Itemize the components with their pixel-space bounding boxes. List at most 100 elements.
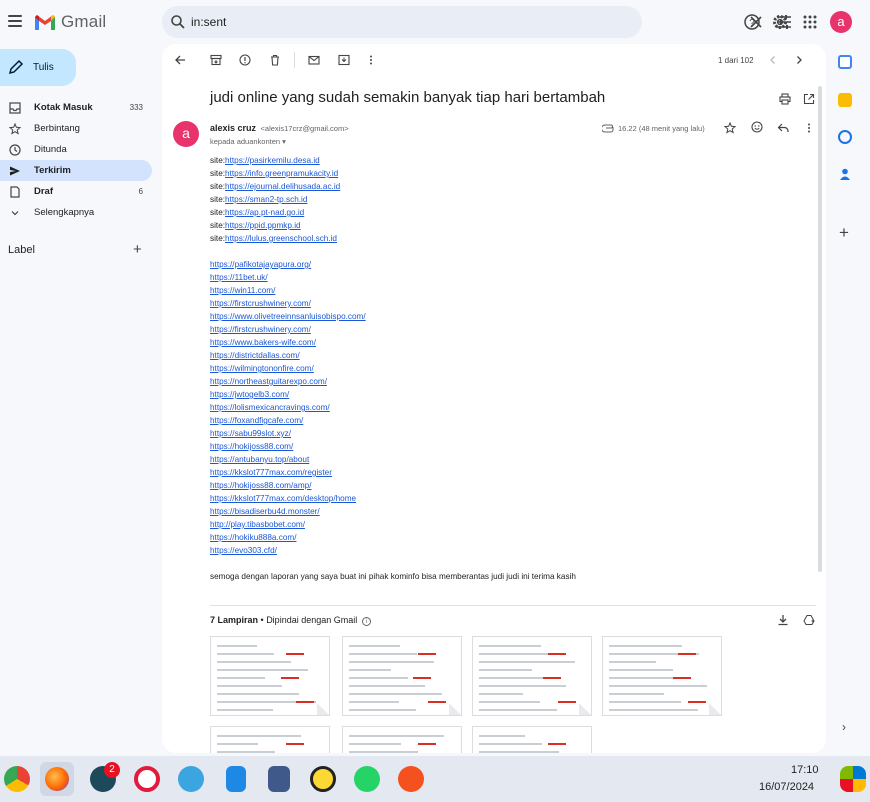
- email-link[interactable]: https://www.bakers-wife.com/: [210, 338, 316, 347]
- add-addon-button[interactable]: +: [839, 224, 849, 241]
- search-app-icon[interactable]: [310, 766, 336, 792]
- email-link[interactable]: https://hokiku888a.com/: [210, 533, 296, 542]
- email-link[interactable]: https://lolismexicancravings.com/: [210, 403, 330, 412]
- star-icon[interactable]: [724, 122, 736, 134]
- delete-icon[interactable]: [269, 54, 281, 66]
- more-vert-icon[interactable]: [803, 122, 815, 134]
- site-link[interactable]: https://ppid.ppmkp.id: [225, 221, 301, 230]
- search-bar[interactable]: in:sent: [162, 6, 791, 38]
- attachment-thumbnail[interactable]: [342, 726, 462, 753]
- add-label-button[interactable]: +: [133, 242, 142, 257]
- report-spam-icon[interactable]: [239, 54, 251, 66]
- email-link[interactable]: https://antubanyu.top/about: [210, 455, 309, 464]
- reply-icon[interactable]: [777, 122, 789, 134]
- attachment-thumbnail[interactable]: [472, 636, 592, 716]
- add-to-drive-icon[interactable]: [803, 614, 815, 626]
- expand-panel-icon[interactable]: ›: [842, 720, 846, 734]
- messages-app-icon[interactable]: [398, 766, 424, 792]
- attachment-thumbnail[interactable]: [210, 636, 330, 716]
- tasks-icon[interactable]: [838, 130, 852, 144]
- email-link[interactable]: https://firstcrushwinery.com/: [210, 325, 311, 334]
- move-to-icon[interactable]: [338, 54, 350, 66]
- attachment-thumbnail[interactable]: [342, 636, 462, 716]
- account-avatar[interactable]: a: [830, 11, 852, 33]
- download-all-icon[interactable]: [777, 614, 789, 626]
- link-line: https://foxandfigcafe.com/: [210, 414, 576, 427]
- email-link[interactable]: https://win11.com/: [210, 286, 275, 295]
- attachment-thumbnail[interactable]: [472, 726, 592, 753]
- email-link[interactable]: http://play.tibasbobet.com/: [210, 520, 305, 529]
- print-icon[interactable]: [779, 93, 791, 105]
- email-link[interactable]: https://jwtogelb3.com/: [210, 390, 289, 399]
- scrollbar[interactable]: [818, 86, 822, 572]
- email-link[interactable]: https://northeastguitarexpo.com/: [210, 377, 327, 386]
- clock-icon: [9, 144, 21, 156]
- main-menu-icon[interactable]: [8, 15, 22, 27]
- gmail-logo[interactable]: Gmail: [34, 12, 106, 32]
- email-link[interactable]: https://wilmingtononfire.com/: [210, 364, 314, 373]
- mark-unread-icon[interactable]: [308, 54, 320, 66]
- email-link[interactable]: https://11bet.uk/: [210, 273, 268, 282]
- email-link[interactable]: https://foxandfigcafe.com/: [210, 416, 303, 425]
- attachment-thumbnail[interactable]: [602, 636, 722, 716]
- site-link[interactable]: https://ap.pt-nad.go.id: [225, 208, 304, 217]
- calculator-icon[interactable]: [268, 766, 290, 792]
- more-vert-icon[interactable]: [365, 54, 377, 66]
- site-link[interactable]: https://ejournal.delihusada.ac.id: [225, 182, 340, 191]
- back-arrow-icon[interactable]: [174, 54, 186, 66]
- email-link[interactable]: https://pafikotajayapura.org/: [210, 260, 311, 269]
- opera-icon[interactable]: [134, 766, 160, 792]
- apps-grid-icon[interactable]: [801, 13, 819, 31]
- contacts-icon[interactable]: [838, 167, 852, 181]
- email-link[interactable]: https://firstcrushwinery.com/: [210, 299, 311, 308]
- archive-icon[interactable]: [210, 54, 222, 66]
- search-icon[interactable]: [170, 14, 186, 30]
- attachment-thumbnail[interactable]: [210, 726, 330, 753]
- site-link[interactable]: https://lulus.greenschool.sch.id: [225, 234, 337, 243]
- chevron-left-icon[interactable]: [767, 54, 779, 66]
- copilot-icon[interactable]: [840, 766, 866, 792]
- site-link[interactable]: https://pasirkemilu.desa.id: [225, 156, 320, 165]
- sidebar-item-more[interactable]: Selengkapnya: [0, 202, 152, 223]
- keep-icon[interactable]: [838, 93, 852, 107]
- info-icon[interactable]: i: [361, 617, 371, 626]
- email-link[interactable]: https://sabu99slot.xyz/: [210, 429, 291, 438]
- email-link[interactable]: https://districtdallas.com/: [210, 351, 300, 360]
- email-link[interactable]: https://kkslot777max.com/desktop/home: [210, 494, 356, 503]
- notepad-icon[interactable]: [226, 766, 246, 792]
- sender-avatar[interactable]: a: [173, 121, 199, 147]
- sidebar-item-sent[interactable]: Terkirim: [0, 160, 152, 181]
- sidebar-item-label: Draf: [34, 186, 54, 197]
- sidebar-item-starred[interactable]: Berbintang: [0, 118, 152, 139]
- help-icon[interactable]: ?: [743, 13, 761, 31]
- chevron-right-icon[interactable]: [793, 54, 805, 66]
- thumbnail-text-line: [217, 709, 273, 711]
- thumbnail-text-line: [479, 743, 542, 745]
- compose-button[interactable]: Tulis: [0, 49, 76, 86]
- email-link[interactable]: https://hokijoss88.com/amp/: [210, 481, 311, 490]
- thumbnail-text-line: [217, 751, 275, 753]
- chrome-icon[interactable]: [4, 766, 30, 792]
- email-link[interactable]: https://evo303.cfd/: [210, 546, 277, 555]
- thumbnail-text-line: [609, 709, 698, 711]
- emoji-react-icon[interactable]: [751, 121, 763, 133]
- calendar-icon[interactable]: [838, 55, 852, 69]
- sidebar-item-inbox[interactable]: Kotak Masuk 333: [0, 97, 152, 118]
- gear-icon[interactable]: [771, 13, 789, 31]
- search-input[interactable]: in:sent: [191, 15, 226, 29]
- email-link[interactable]: https://www.olivetreeinnsanluisobispo.co…: [210, 312, 366, 321]
- site-link[interactable]: https://info.greenpramukacity.id: [225, 169, 338, 178]
- email-link[interactable]: https://hokijoss88.com/: [210, 442, 293, 451]
- site-link[interactable]: https://sman2-tp.sch.id: [225, 195, 307, 204]
- whatsapp-icon[interactable]: [354, 766, 380, 792]
- mascot-app-icon[interactable]: [178, 766, 204, 792]
- open-new-window-icon[interactable]: [803, 93, 815, 105]
- caret-down-icon[interactable]: ▾: [282, 137, 286, 146]
- firefox-app-slot[interactable]: [40, 762, 74, 796]
- email-link[interactable]: https://kkslot777max.com/register: [210, 468, 332, 477]
- recipient-line[interactable]: kepada aduankonten ▾: [210, 137, 286, 146]
- email-link[interactable]: https://bisadiserbu4d.monster/: [210, 507, 320, 516]
- sidebar-item-drafts[interactable]: Draf 6: [0, 181, 152, 202]
- sender-name[interactable]: alexis cruz: [210, 123, 256, 133]
- sidebar-item-snoozed[interactable]: Ditunda: [0, 139, 152, 160]
